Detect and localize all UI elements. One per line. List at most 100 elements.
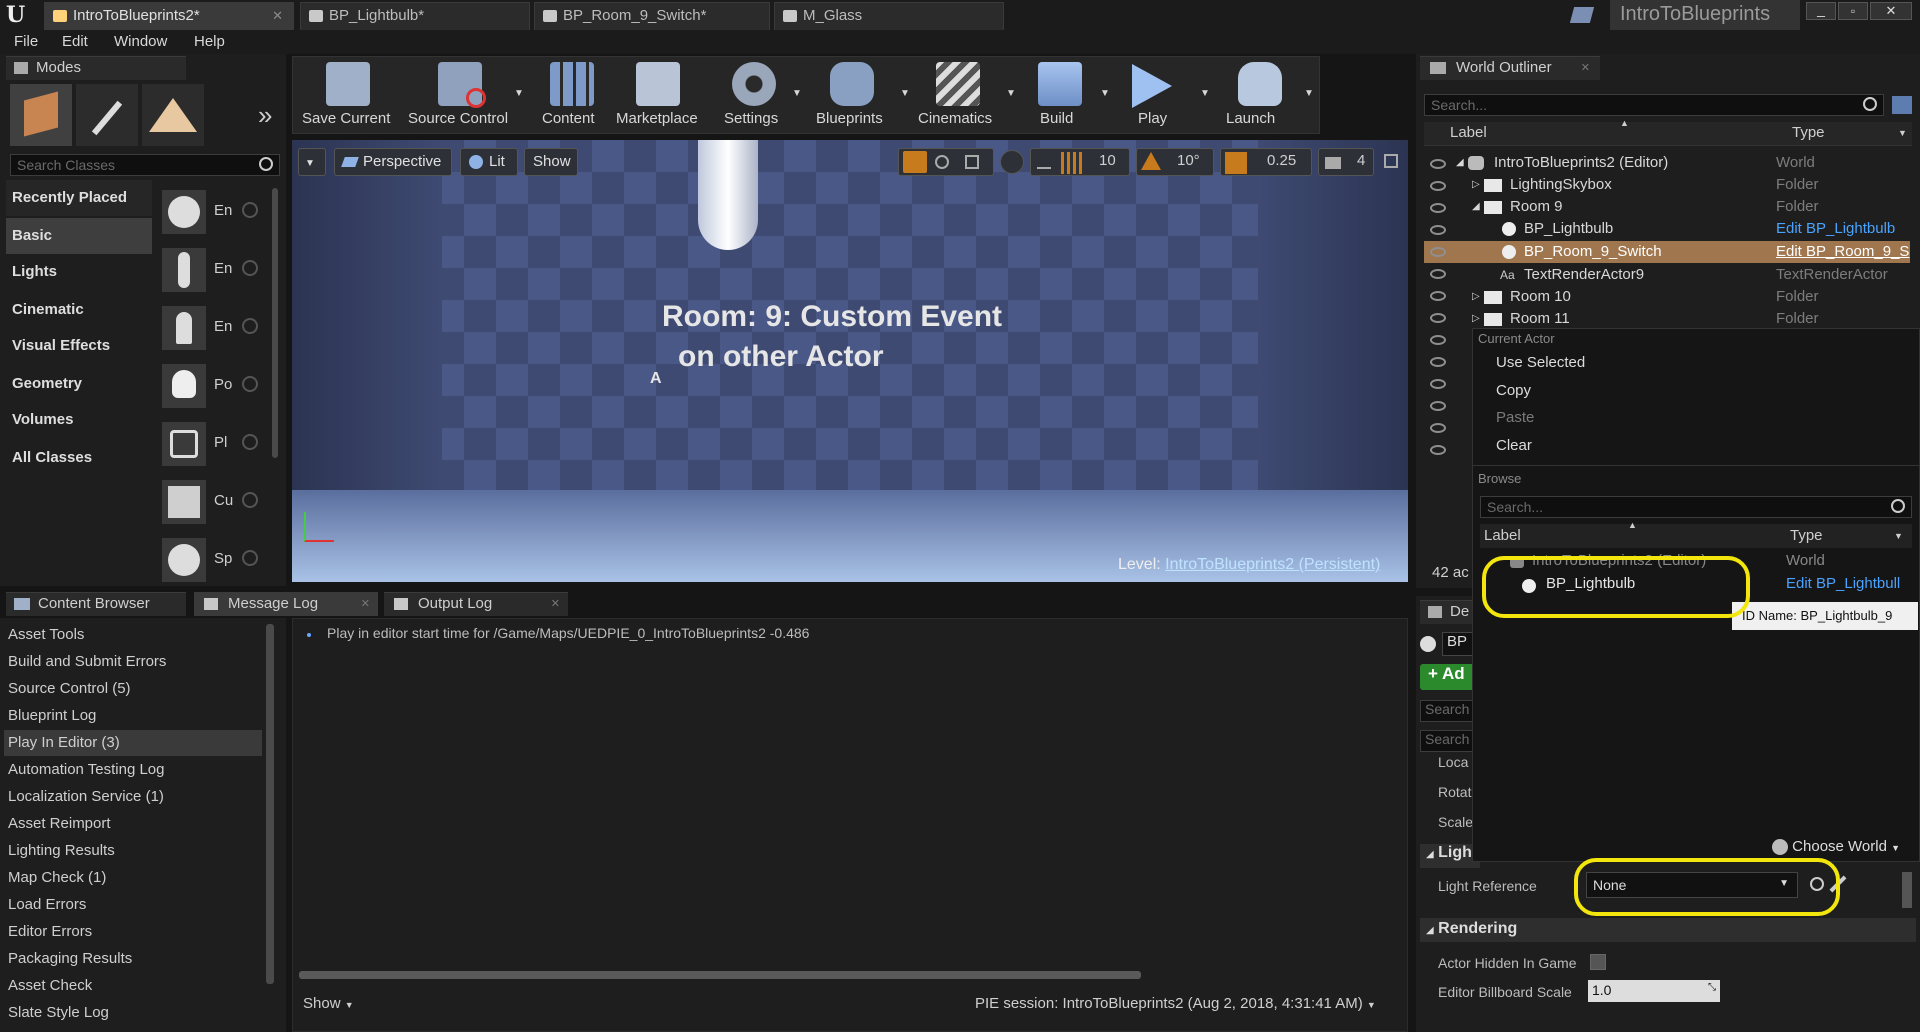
use-selected-item[interactable]: Use Selected (1496, 354, 1585, 371)
log-category[interactable]: Editor Errors (8, 923, 92, 940)
rendering-section-header[interactable]: ◢ Rendering (1420, 918, 1916, 942)
outliner-row[interactable]: ◢ Room 9 Folder (1424, 196, 1920, 218)
row-type-link[interactable]: Edit BP_Lightbulb (1776, 218, 1895, 240)
minimize-button[interactable]: _ (1806, 2, 1836, 20)
eye-icon[interactable] (1430, 379, 1446, 389)
show-button[interactable]: Show (524, 148, 578, 176)
copy-item[interactable]: Copy (1496, 382, 1531, 399)
search-icon[interactable] (1863, 97, 1877, 111)
category-cinematic[interactable]: Cinematic (6, 292, 152, 328)
column-type[interactable]: Type (1792, 124, 1825, 141)
menu-edit[interactable]: Edit (62, 33, 88, 50)
viewport-options-button[interactable]: ▼ (298, 148, 326, 176)
dropdown-arrow-icon[interactable]: ▼ (1200, 88, 1210, 99)
category-basic[interactable]: Basic (6, 218, 152, 254)
modes-tab[interactable]: Modes (6, 56, 186, 80)
grid-snap-control[interactable]: 10 (1030, 148, 1130, 176)
paint-mode-button[interactable] (76, 84, 138, 146)
place-mode-button[interactable] (10, 84, 72, 146)
menu-help[interactable]: Help (194, 33, 225, 50)
dropdown-arrow-icon[interactable]: ▼ (900, 88, 910, 99)
actor-hidden-checkbox[interactable] (1590, 954, 1606, 970)
content-button[interactable]: Content (538, 58, 608, 132)
log-category[interactable]: Packaging Results (8, 950, 132, 967)
log-category[interactable]: Lighting Results (8, 842, 115, 859)
blueprints-button[interactable]: Blueprints ▼ (812, 58, 912, 132)
class-item[interactable]: En (160, 304, 272, 352)
eye-icon[interactable] (1430, 357, 1446, 367)
search-icon[interactable] (1891, 499, 1905, 513)
outliner-row[interactable]: ◢ IntroToBlueprints2 (Editor) World (1424, 152, 1920, 174)
outliner-search-input[interactable]: Search... (1424, 94, 1884, 116)
help-icon[interactable] (242, 260, 258, 276)
tab-bp-room-switch[interactable]: BP_Room_9_Switch* (534, 2, 770, 30)
modes-scrollbar[interactable] (272, 188, 278, 458)
help-icon[interactable] (242, 376, 258, 392)
log-show-button[interactable]: Show ▼ (303, 995, 354, 1012)
world-local-icon[interactable] (1000, 150, 1024, 174)
save-current-button[interactable]: Save Current (296, 58, 398, 132)
class-item[interactable]: Po (160, 362, 272, 410)
log-category[interactable]: Asset Tools (8, 626, 84, 643)
categories-scrollbar[interactable] (266, 624, 274, 984)
class-item[interactable]: Pl (160, 420, 272, 468)
help-icon[interactable] (242, 492, 258, 508)
column-label[interactable]: Label (1484, 527, 1521, 544)
class-item[interactable]: En (160, 246, 272, 294)
clear-item[interactable]: Clear (1496, 437, 1532, 454)
help-icon[interactable] (242, 202, 258, 218)
class-item[interactable]: Sp (160, 536, 272, 584)
help-icon[interactable] (242, 550, 258, 566)
close-icon[interactable]: ✕ (1581, 57, 1590, 79)
outliner-row[interactable]: ▷ Room 11 Folder (1424, 308, 1920, 330)
log-category-selected[interactable]: Play In Editor (3) (8, 734, 120, 751)
class-item[interactable]: Cu (160, 478, 272, 526)
source-control-button[interactable]: Source Control ▼ (404, 58, 524, 132)
category-all-classes[interactable]: All Classes (6, 440, 152, 476)
menu-file[interactable]: File (14, 33, 38, 50)
outliner-row-selected[interactable]: BP_Room_9_Switch Edit BP_Room_9_S (1424, 241, 1920, 263)
picker-search-input[interactable]: Search... (1480, 496, 1912, 518)
menu-window[interactable]: Window (114, 33, 167, 50)
class-item[interactable]: En (160, 188, 272, 236)
world-outliner-tab[interactable]: World Outliner ✕ (1420, 56, 1600, 80)
log-category[interactable]: Map Check (1) (8, 869, 106, 886)
search-icon[interactable] (259, 157, 273, 171)
tab-message-log[interactable]: Message Log ✕ (194, 592, 378, 616)
settings-button[interactable]: Settings ▼ (716, 58, 806, 132)
category-lights[interactable]: Lights (6, 254, 152, 290)
eye-icon[interactable] (1430, 401, 1446, 411)
help-icon[interactable] (242, 318, 258, 334)
tab-content-browser[interactable]: Content Browser (6, 592, 186, 616)
chevron-down-icon[interactable]: ▼ (1898, 128, 1907, 138)
scale-icon[interactable] (965, 155, 979, 169)
eye-icon[interactable] (1430, 445, 1446, 455)
tab-output-log[interactable]: Output Log ✕ (384, 592, 568, 616)
light-section-header[interactable]: ◢ Light (1420, 844, 1480, 868)
category-geometry[interactable]: Geometry (6, 366, 152, 402)
maximize-viewport-icon[interactable] (1384, 154, 1398, 168)
modes-search-input[interactable]: Search Classes (10, 154, 280, 176)
unreal-logo-icon[interactable]: U (6, 2, 32, 28)
rotate-icon[interactable] (935, 155, 949, 169)
outliner-row[interactable]: ▷ Room 10 Folder (1424, 286, 1920, 308)
build-button[interactable]: Build ▼ (1024, 58, 1110, 132)
help-icon[interactable] (242, 434, 258, 450)
row-type-link[interactable]: Edit BP_Room_9_S (1776, 241, 1909, 263)
billboard-scale-field[interactable]: 1.0 ⤡ (1588, 980, 1720, 1002)
dropdown-arrow-icon[interactable]: ▼ (1006, 88, 1016, 99)
maximize-button[interactable]: ▫ (1838, 2, 1868, 20)
details-tab[interactable]: De (1420, 600, 1476, 624)
dropdown-arrow-icon[interactable]: ▼ (1100, 88, 1110, 99)
eye-icon[interactable] (1430, 335, 1446, 345)
category-volumes[interactable]: Volumes (6, 402, 152, 438)
log-category[interactable]: Automation Testing Log (8, 761, 165, 778)
landscape-mode-button[interactable] (142, 84, 204, 146)
outliner-row[interactable]: Aa TextRenderActor9 TextRenderActor (1424, 264, 1920, 286)
log-category[interactable]: Load Errors (8, 896, 86, 913)
paste-item[interactable]: Paste (1496, 409, 1534, 426)
tab-bp-lightbulb[interactable]: BP_Lightbulb* (300, 2, 530, 30)
lit-button[interactable]: Lit (460, 148, 518, 176)
cinematics-button[interactable]: Cinematics ▼ (914, 58, 1018, 132)
close-icon[interactable]: ✕ (272, 3, 283, 29)
